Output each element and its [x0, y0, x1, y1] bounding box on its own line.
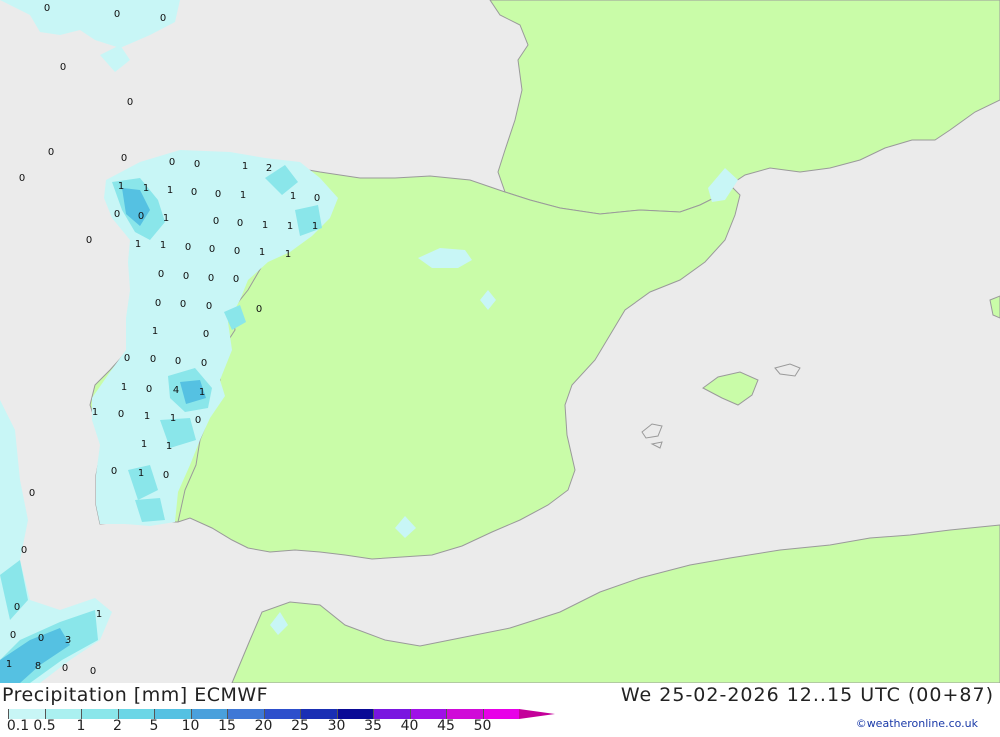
value-label: 0: [19, 173, 25, 184]
value-label: 0: [155, 298, 161, 309]
value-label: 1: [141, 439, 147, 450]
value-label: 1: [166, 441, 172, 452]
value-label: 0: [138, 211, 144, 222]
value-label: 3: [65, 635, 71, 646]
precipitation-map[interactable]: 0 0 0 0 0 0 0 0 0 0 1 2 1 1 1 0 0 1 1 0 …: [0, 0, 1000, 733]
legend-tick-label: 20: [254, 718, 273, 734]
legend-tick-label: 2: [113, 718, 122, 734]
legend-tick-label: 45: [437, 718, 455, 734]
legend-tick-label: 0.5: [33, 718, 56, 734]
value-label: 0: [29, 488, 35, 499]
value-label: 0: [118, 409, 124, 420]
value-label: 0: [314, 193, 320, 204]
value-label: 1: [262, 220, 268, 231]
value-label: 0: [206, 301, 212, 312]
value-label: 1: [144, 411, 150, 422]
map-title: Precipitation [mm] ECMWF: [2, 684, 268, 706]
value-label: 1: [259, 247, 265, 258]
value-label: 0: [60, 62, 66, 73]
value-label: 0: [111, 466, 117, 477]
value-label: 0: [201, 358, 207, 369]
model-name: ECMWF: [194, 684, 269, 706]
value-label: 1: [152, 326, 158, 337]
value-label: 1: [290, 191, 296, 202]
value-label: 0: [208, 273, 214, 284]
legend-tick-label: 30: [327, 718, 346, 734]
legend-tick-label: 40: [400, 718, 419, 734]
value-label: 0: [146, 384, 152, 395]
legend-tick-label: 25: [291, 718, 309, 734]
value-label: 1: [312, 221, 318, 232]
value-label: 0: [124, 353, 130, 364]
value-label: 0: [160, 13, 166, 24]
value-label: 1: [287, 221, 293, 232]
value-label: 1: [240, 190, 246, 201]
value-label: 1: [242, 161, 248, 172]
value-label: 0: [209, 244, 215, 255]
value-label: 0: [185, 242, 191, 253]
value-label: 0: [175, 356, 181, 367]
legend-swatch: [117, 709, 154, 719]
map-canvas: 0 0 0 0 0 0 0 0 0 0 1 2 1 1 1 0 0 1 1 0 …: [0, 0, 1000, 684]
value-label: 1: [285, 249, 291, 260]
value-label: 0: [38, 633, 44, 644]
value-label: 0: [169, 157, 175, 168]
value-label: 0: [256, 304, 262, 315]
legend-tick-label: 35: [364, 718, 382, 734]
legend-tick-label: 10: [181, 718, 200, 734]
legend-tick-label: 0.1: [6, 718, 30, 734]
value-label: 0: [14, 602, 20, 613]
value-label: 8: [35, 661, 41, 672]
value-label: 1: [135, 239, 141, 250]
value-label: 0: [237, 218, 243, 229]
legend-tick-label: 5: [149, 718, 159, 734]
value-label: 0: [195, 415, 201, 426]
value-label: 0: [183, 271, 189, 282]
value-label: 0: [48, 147, 54, 158]
value-label: 0: [114, 9, 120, 20]
value-label: 4: [173, 385, 179, 396]
legend-tick-label: 15: [218, 718, 236, 734]
value-label: 0: [215, 189, 221, 200]
credit-link[interactable]: ©weatheronline.co.uk: [856, 717, 978, 730]
legend-tick-label: 50: [473, 718, 492, 734]
value-label: 0: [86, 235, 92, 246]
value-label: 1: [170, 413, 176, 424]
value-label: 0: [158, 269, 164, 280]
value-label: 0: [150, 354, 156, 365]
value-label: 0: [62, 663, 68, 674]
valid-time: We 25-02-2026 12..15 UTC (00+87): [620, 684, 994, 706]
value-label: 0: [203, 329, 209, 340]
value-label: 1: [118, 181, 124, 192]
value-label: 0: [44, 3, 50, 14]
value-label: 0: [213, 216, 219, 227]
value-label: 0: [233, 274, 239, 285]
value-label: 0: [90, 666, 96, 677]
value-label: 0: [163, 470, 169, 481]
value-label: 1: [6, 659, 12, 670]
value-label: 2: [266, 163, 272, 174]
value-label: 1: [143, 183, 149, 194]
variable-name: Precipitation [mm]: [2, 684, 188, 706]
value-label: 0: [194, 159, 200, 170]
value-label: 0: [191, 187, 197, 198]
value-label: 1: [167, 185, 173, 196]
value-label: 0: [114, 209, 120, 220]
legend-arrow: [519, 709, 555, 719]
value-label: 1: [160, 240, 166, 251]
value-label: 1: [96, 609, 102, 620]
value-label: 1: [121, 382, 127, 393]
value-label: 0: [127, 97, 133, 108]
value-label: 1: [199, 387, 205, 398]
legend-tick-label: 1: [76, 718, 86, 734]
value-label: 1: [92, 407, 98, 418]
value-label: 0: [21, 545, 27, 556]
value-label: 0: [121, 153, 127, 164]
value-label: 0: [10, 630, 16, 641]
value-label: 1: [163, 213, 169, 224]
value-label: 1: [138, 468, 144, 479]
value-label: 0: [180, 299, 186, 310]
legend-swatch: [81, 709, 118, 719]
value-label: 0: [234, 246, 240, 257]
